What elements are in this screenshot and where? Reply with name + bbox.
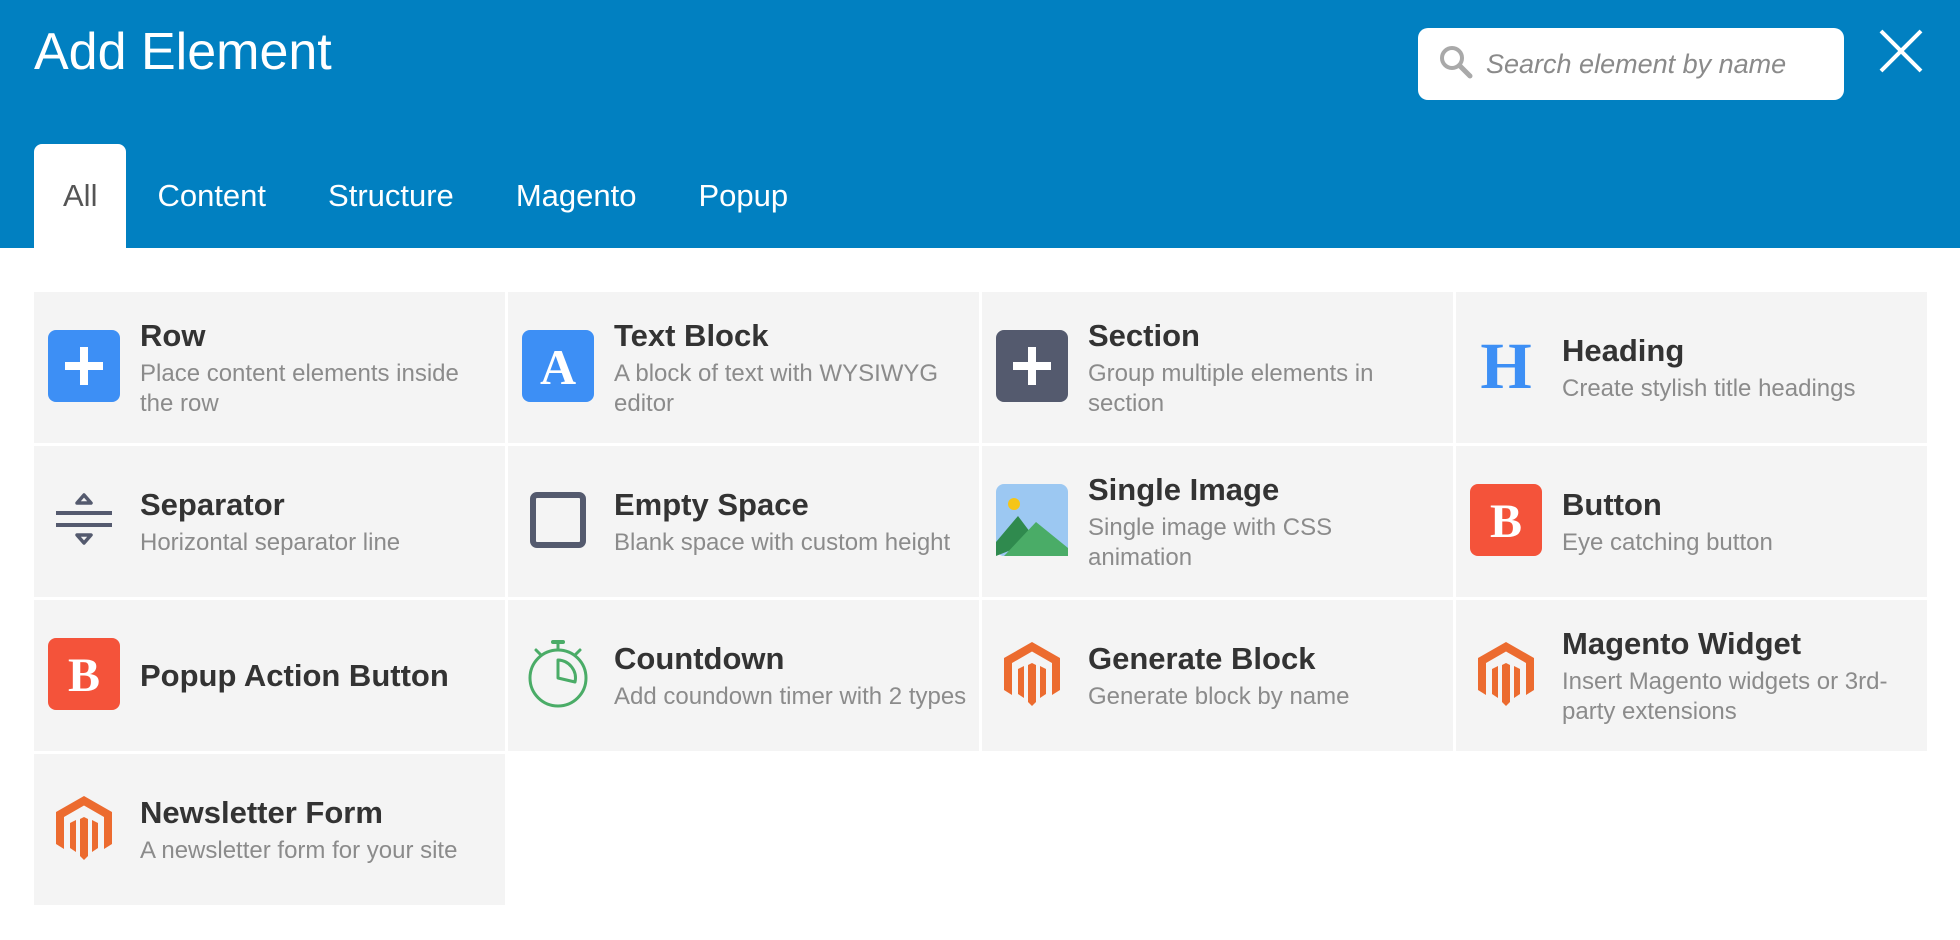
svg-text:A: A [540, 339, 576, 395]
element-generate-block[interactable]: Generate Block Generate block by name [982, 600, 1453, 751]
element-title: Section [1088, 317, 1200, 353]
element-title: Single Image [1088, 471, 1280, 507]
element-title: Popup Action Button [140, 657, 449, 693]
search-icon [1440, 46, 1473, 79]
magento-icon [1004, 642, 1060, 706]
element-heading[interactable]: H Heading Create stylish title headings [1456, 292, 1927, 443]
element-description: A newsletter form for your site [140, 836, 458, 864]
letter-b-icon: B [48, 638, 120, 710]
element-description: A block of text with WYSIWYG editor [614, 359, 939, 417]
dialog-header: Add Element All Content Structure Magent… [0, 0, 1960, 248]
tab-structure[interactable]: Structure [297, 144, 485, 248]
image-icon [996, 484, 1068, 556]
tab-popup[interactable]: Popup [667, 144, 819, 248]
element-single-image[interactable]: Single Image Single image with CSS anima… [982, 446, 1453, 597]
stopwatch-icon [528, 640, 588, 708]
element-countdown[interactable]: Countdown Add coundown timer with 2 type… [508, 600, 979, 751]
element-title: Separator [140, 486, 285, 522]
element-description: Generate block by name [1088, 682, 1350, 710]
element-title: Row [140, 317, 206, 353]
element-description: Place content elements inside the row [140, 359, 459, 417]
element-empty-space[interactable]: Empty Space Blank space with custom heig… [508, 446, 979, 597]
element-popup-action-button[interactable]: B Popup Action Button [34, 600, 505, 751]
category-tabs: All Content Structure Magento Popup [34, 144, 819, 248]
element-description: Create stylish title headings [1562, 374, 1856, 402]
tab-magento[interactable]: Magento [485, 144, 668, 248]
svg-text:B: B [68, 649, 100, 702]
plus-icon [48, 330, 120, 402]
letter-b-icon: B [1470, 484, 1542, 556]
element-description: Add coundown timer with 2 types [614, 682, 967, 710]
element-row[interactable]: Row Place content elements inside the ro… [34, 292, 505, 443]
element-button[interactable]: B Button Eye catching button [1456, 446, 1927, 597]
element-title: Heading [1562, 332, 1685, 368]
letter-a-icon: A [522, 330, 594, 402]
letter-h-icon: H [1480, 330, 1531, 402]
element-magento-widget[interactable]: Magento Widget Insert Magento widgets or… [1456, 600, 1927, 751]
magento-icon [1478, 642, 1534, 706]
close-icon[interactable] [1878, 28, 1924, 74]
element-text-block[interactable]: A Text Block A block of text with WYSIWY… [508, 292, 979, 443]
element-grid: Row Place content elements inside the ro… [34, 292, 1927, 905]
tab-all[interactable]: All [34, 144, 127, 248]
element-title: Generate Block [1088, 640, 1316, 676]
element-title: Button [1562, 486, 1662, 522]
element-description: Horizontal separator line [140, 528, 401, 556]
element-description: Group multiple elements in section [1088, 359, 1374, 417]
plus-icon [996, 330, 1068, 402]
element-title: Magento Widget [1562, 625, 1802, 661]
element-description: Single image with CSS animation [1088, 513, 1333, 571]
separator-icon [56, 493, 112, 545]
element-description: Eye catching button [1562, 528, 1773, 556]
element-separator[interactable]: Separator Horizontal separator line [34, 446, 505, 597]
element-title: Empty Space [614, 486, 809, 522]
search-box[interactable] [1418, 28, 1844, 100]
element-newsletter-form[interactable]: Newsletter Form A newsletter form for yo… [34, 754, 505, 905]
element-title: Countdown [614, 640, 785, 676]
search-input[interactable] [1486, 42, 1826, 86]
dialog-title: Add Element [34, 23, 332, 81]
element-title: Newsletter Form [140, 794, 383, 830]
magento-icon [56, 796, 112, 860]
tab-content[interactable]: Content [126, 144, 297, 248]
element-title: Text Block [614, 317, 769, 353]
svg-text:H: H [1480, 330, 1531, 402]
element-description: Blank space with custom height [614, 528, 951, 556]
square-icon [530, 492, 586, 548]
svg-text:B: B [1490, 495, 1522, 548]
element-section[interactable]: Section Group multiple elements in secti… [982, 292, 1453, 443]
element-description: Insert Magento widgets or 3rd-party exte… [1562, 667, 1888, 725]
